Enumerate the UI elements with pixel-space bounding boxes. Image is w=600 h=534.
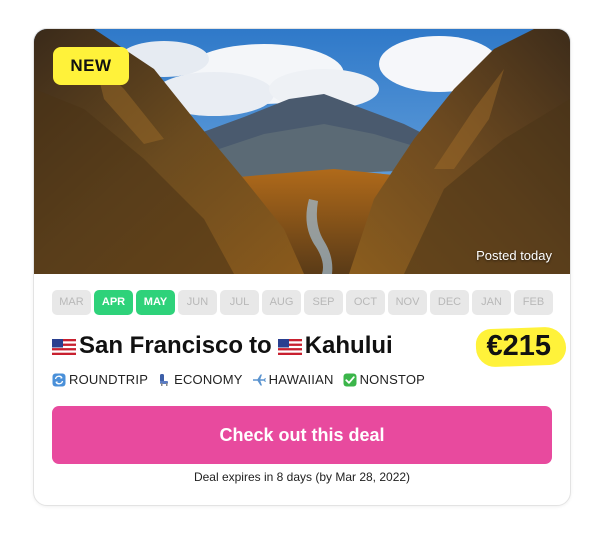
deal-tags: ROUNDTRIP ECONOMY HAWAIIAN NONSTOP — [52, 372, 434, 387]
origin-city: San Francisco — [79, 332, 244, 359]
month-dec: DEC — [430, 290, 469, 315]
new-badge: NEW — [53, 47, 129, 85]
month-jun: JUN — [178, 290, 217, 315]
tag-label: NONSTOP — [359, 372, 426, 387]
month-nov: NOV — [388, 290, 427, 315]
month-jul: JUL — [220, 290, 259, 315]
month-mar: MAR — [52, 290, 91, 315]
tag-airline: HAWAIIAN — [252, 372, 334, 387]
route-connector: to — [249, 332, 272, 359]
tag-label: ROUNDTRIP — [69, 372, 149, 387]
airplane-icon — [252, 374, 266, 385]
travel-months: MAR APR MAY JUN JUL AUG SEP OCT NOV DEC … — [52, 290, 553, 315]
deal-expiry: Deal expires in 8 days (by Mar 28, 2022) — [193, 470, 411, 484]
month-sep: SEP — [304, 290, 343, 315]
check-icon — [343, 373, 357, 386]
month-oct: OCT — [346, 290, 385, 315]
us-flag-icon — [52, 339, 76, 355]
deal-card[interactable]: NEW Posted today MAR APR MAY JUN JUL AUG… — [33, 28, 571, 506]
month-aug: AUG — [262, 290, 301, 315]
month-feb: FEB — [514, 290, 553, 315]
tag-label: HAWAIIAN — [268, 372, 334, 387]
seat-icon — [160, 373, 169, 386]
tag-economy: ECONOMY — [157, 372, 243, 387]
month-apr: APR — [94, 290, 133, 315]
us-flag-icon — [277, 339, 302, 355]
month-jan: JAN — [472, 290, 511, 315]
month-may: MAY — [136, 290, 175, 315]
tag-nonstop: NONSTOP — [343, 372, 425, 387]
tag-label: ECONOMY — [174, 372, 243, 387]
hero-image[interactable]: NEW Posted today — [34, 29, 570, 274]
price-block: €215 — [475, 326, 568, 368]
route-title: San Francisco to Kahului — [52, 329, 393, 363]
roundtrip-icon — [52, 373, 66, 386]
tag-roundtrip: ROUNDTRIP — [52, 372, 148, 387]
destination-city: Kahului — [304, 332, 393, 359]
price: €215 — [486, 330, 551, 362]
check-out-deal-button[interactable]: Check out this deal — [52, 406, 552, 464]
posted-date: Posted today — [476, 248, 552, 263]
